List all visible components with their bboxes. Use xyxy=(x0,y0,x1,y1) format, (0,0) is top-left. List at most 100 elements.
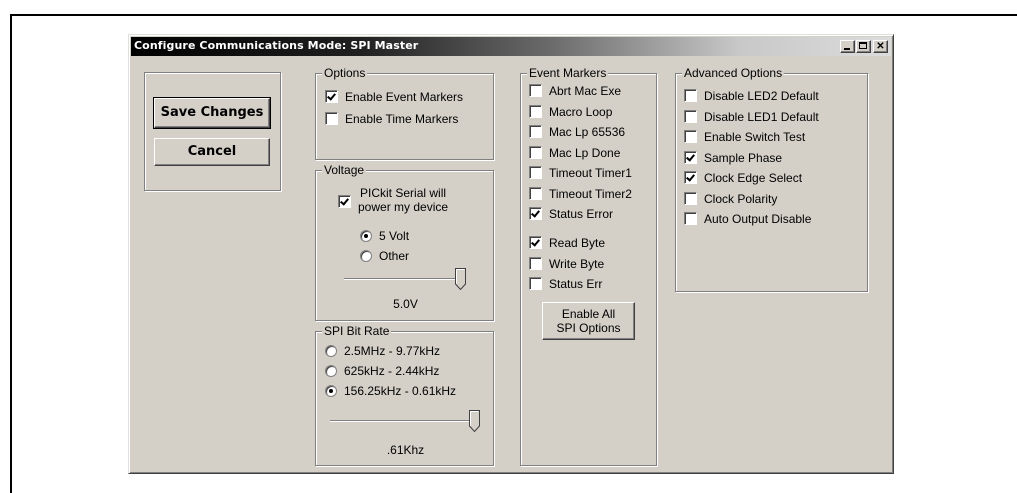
radio-circle xyxy=(360,230,372,242)
maximize-button[interactable] xyxy=(856,40,871,53)
radio-circle xyxy=(360,250,372,262)
checkbox-box xyxy=(529,186,542,200)
timeout-timer1-checkbox[interactable]: Timeout Timer1 xyxy=(529,166,632,180)
power-device-label: PICkit Serial will power my device xyxy=(358,186,448,214)
event-markers-group: Event Markers Abrt Mac Exe Macro Loop Mac … xyxy=(520,66,657,466)
checkbox-label: Enable Event Markers xyxy=(345,90,464,104)
checkbox-label: Status Error xyxy=(549,207,614,221)
bitrate-2-5mhz-radio[interactable]: 2.5MHz - 9.77kHz xyxy=(325,344,440,358)
radio-circle xyxy=(325,365,337,377)
checkbox-label: Sample Phase xyxy=(704,150,783,165)
advanced-options-group: Advanced Options Disable LED2 Default Dis… xyxy=(675,66,868,292)
checkbox-box xyxy=(529,236,542,249)
checkbox-label: Auto Output Disable xyxy=(704,212,812,226)
voltage-other-radio[interactable]: Other xyxy=(360,249,409,263)
radio-circle xyxy=(325,385,337,397)
bitrate-625khz-radio[interactable]: 625kHz - 2.44kHz xyxy=(325,364,439,378)
checkbox-label: Disable LED2 Default xyxy=(704,89,819,103)
dialog-window: Configure Communications Mode: SPI Maste… xyxy=(128,34,894,474)
radio-label: 156.25kHz - 0.61kHz xyxy=(344,384,457,398)
voltage-group-title: Voltage xyxy=(322,163,367,177)
options-group-title: Options xyxy=(322,66,368,80)
enable-event-markers-checkbox[interactable]: Enable Event Markers xyxy=(325,90,463,104)
power-device-checkbox[interactable]: PICkit Serial will power my device xyxy=(338,186,448,214)
close-button[interactable]: ✕ xyxy=(873,40,888,53)
bitrate-156khz-radio[interactable]: 156.25kHz - 0.61kHz xyxy=(325,384,456,398)
enable-time-markers-checkbox[interactable]: Enable Time Markers xyxy=(325,112,458,126)
advanced-options-title: Advanced Options xyxy=(682,66,785,80)
bitrate-value: .61Khz xyxy=(386,443,425,457)
save-changes-label: Save Changes xyxy=(160,105,264,120)
close-icon: ✕ xyxy=(876,41,885,52)
macro-loop-checkbox[interactable]: Macro Loop xyxy=(529,104,613,119)
checkbox-box xyxy=(325,112,338,125)
voltage-slider[interactable] xyxy=(344,267,466,291)
checkbox-label: Macro Loop xyxy=(549,104,613,119)
checkbox-label: Abrt Mac Exe xyxy=(549,84,622,98)
mac-lp-65536-checkbox[interactable]: Mac Lp 65536 xyxy=(529,125,625,139)
enable-switch-test-checkbox[interactable]: Enable Switch Test xyxy=(684,130,805,144)
enable-all-line2: SPI Options xyxy=(556,321,621,335)
status-err-checkbox[interactable]: Status Err xyxy=(529,277,602,291)
read-byte-checkbox[interactable]: Read Byte xyxy=(529,236,605,250)
radio-label: 5 Volt xyxy=(379,229,410,243)
checkbox-label: Enable Time Markers xyxy=(345,112,459,126)
checkbox-label: Read Byte xyxy=(549,236,606,250)
checkbox-box xyxy=(684,89,697,102)
checkbox-label: Mac Lp Done xyxy=(549,145,621,160)
slider-track xyxy=(330,420,480,422)
checkbox-label: Timeout Timer1 xyxy=(549,166,632,180)
title-bar[interactable]: Configure Communications Mode: SPI Maste… xyxy=(131,37,891,56)
timeout-timer2-checkbox[interactable]: Timeout Timer2 xyxy=(529,186,632,201)
clock-polarity-checkbox[interactable]: Clock Polarity xyxy=(684,191,778,206)
checkbox-box xyxy=(684,150,697,164)
clock-edge-select-checkbox[interactable]: Clock Edge Select xyxy=(684,171,802,185)
checkbox-label: Disable LED1 Default xyxy=(704,109,819,124)
disable-led2-default-checkbox[interactable]: Disable LED2 Default xyxy=(684,89,819,103)
checkbox-box xyxy=(684,109,697,123)
spi-bit-rate-title: SPI Bit Rate xyxy=(322,324,392,338)
voltage-5v-radio[interactable]: 5 Volt xyxy=(360,229,409,243)
checkbox-box xyxy=(529,256,542,270)
power-label-line1: PICkit Serial will xyxy=(360,186,447,200)
checkbox-box xyxy=(684,191,697,205)
event-markers-title: Event Markers xyxy=(527,66,609,80)
checkbox-label: Status Err xyxy=(549,277,603,291)
checkbox-box xyxy=(529,166,542,179)
bitrate-slider[interactable] xyxy=(330,409,480,433)
voltage-value: 5.0V xyxy=(393,297,418,311)
disable-led1-default-checkbox[interactable]: Disable LED1 Default xyxy=(684,109,819,124)
frame-top-border xyxy=(10,14,1017,16)
voltage-group: Voltage PICkit Serial will power my devi… xyxy=(315,163,494,321)
auto-output-disable-checkbox[interactable]: Auto Output Disable xyxy=(684,212,811,226)
enable-all-line1: Enable All xyxy=(561,307,616,321)
write-byte-checkbox[interactable]: Write Byte xyxy=(529,256,604,271)
radio-label: 625kHz - 2.44kHz xyxy=(344,364,440,378)
checkbox-label: Clock Edge Select xyxy=(704,171,803,185)
maximize-icon xyxy=(859,42,867,49)
enable-all-spi-options-button[interactable]: Enable All SPI Options xyxy=(542,302,635,340)
minimize-button[interactable] xyxy=(840,40,855,53)
window-title: Configure Communications Mode: SPI Maste… xyxy=(134,39,419,52)
options-group: Options Enable Event Markers Enable Time… xyxy=(315,66,494,160)
checkbox-box xyxy=(684,212,697,225)
checkbox-label: Clock Polarity xyxy=(704,191,778,206)
status-error-checkbox[interactable]: Status Error xyxy=(529,207,613,221)
checkbox-box xyxy=(529,125,542,138)
checkbox-box xyxy=(684,171,697,184)
spi-bit-rate-group: SPI Bit Rate 2.5MHz - 9.77kHz 625kHz - 2… xyxy=(315,324,494,466)
save-changes-button[interactable]: Save Changes xyxy=(153,97,271,129)
checkbox-box xyxy=(529,277,542,290)
frame-left-border xyxy=(10,14,12,493)
cancel-label: Cancel xyxy=(187,144,237,159)
minimize-icon xyxy=(844,48,850,50)
slider-thumb[interactable] xyxy=(469,410,480,432)
mac-lp-done-checkbox[interactable]: Mac Lp Done xyxy=(529,145,621,160)
slider-track xyxy=(344,278,466,280)
sample-phase-checkbox[interactable]: Sample Phase xyxy=(684,150,783,165)
radio-circle xyxy=(325,345,337,357)
slider-thumb[interactable] xyxy=(455,268,466,290)
abrt-mac-exe-checkbox[interactable]: Abrt Mac Exe xyxy=(529,84,621,98)
checkbox-box xyxy=(338,195,351,208)
cancel-button[interactable]: Cancel xyxy=(154,138,270,166)
